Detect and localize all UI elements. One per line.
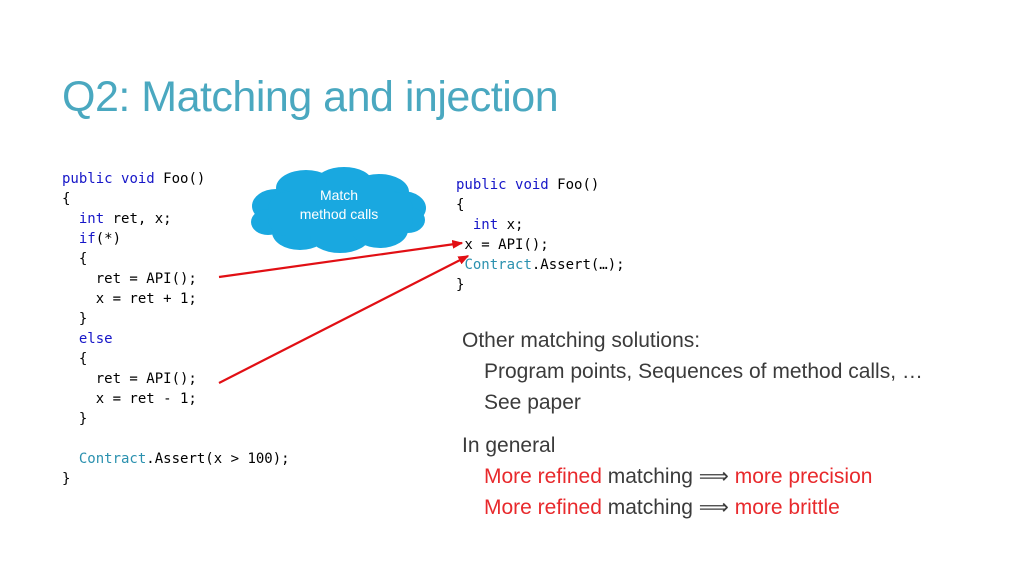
code-line [62, 429, 290, 449]
other-solutions-item-1: See paper [484, 391, 581, 414]
in-general-row-0-lead: More refined [484, 465, 602, 488]
code-token: Foo() [548, 177, 600, 193]
code-token: { [62, 251, 88, 267]
code-token: int [78, 211, 105, 227]
code-token: void [515, 177, 549, 193]
in-general-row-1-tail: more brittle [728, 496, 840, 519]
other-solutions-heading: Other matching solutions: [462, 329, 701, 352]
code-line: } [62, 409, 290, 429]
code-token: ret = API(); [62, 271, 197, 287]
code-line: } [62, 309, 290, 329]
other-solutions-item-0: Program points, Sequences of method call… [484, 360, 923, 383]
code-token: ret = API(); [62, 371, 197, 387]
in-general-row-1-mid: matching [601, 496, 699, 519]
code-token: { [62, 191, 71, 207]
code-token: (*) [95, 231, 122, 247]
code-token: { [62, 351, 88, 367]
code-token: } [62, 471, 71, 487]
code-token: Foo() [154, 171, 206, 187]
code-line: Contract.Assert(…); [456, 255, 625, 275]
code-token: ret, x; [104, 211, 172, 227]
in-general-row-0-tail: more precision [728, 465, 873, 488]
in-general-row-1: More refined matching ⟹ more brittle [462, 492, 872, 523]
code-line: else [62, 329, 290, 349]
code-token: if [78, 231, 96, 247]
code-token: x; [498, 217, 524, 233]
code-token: } [62, 311, 88, 327]
in-general-heading: In general [462, 434, 556, 457]
code-token: x = ret - 1; [62, 391, 197, 407]
code-line: public void Foo() [456, 175, 625, 195]
code-line: x = ret - 1; [62, 389, 290, 409]
code-line: ret = API(); [62, 369, 290, 389]
code-line: Contract.Assert(x > 100); [62, 449, 290, 469]
code-line: } [456, 275, 625, 295]
implies-arrow-icon: ⟹ [698, 496, 729, 519]
code-token: Contract [464, 257, 532, 273]
code-token: } [456, 277, 465, 293]
code-token: public [62, 171, 113, 187]
code-token: else [78, 331, 113, 347]
code-line: x = ret + 1; [62, 289, 290, 309]
other-matching-solutions-block: Other matching solutions: Program points… [462, 325, 923, 418]
code-token: Contract [78, 451, 147, 467]
in-general-row-0: More refined matching ⟹ more precision [462, 461, 872, 492]
code-token: void [121, 171, 155, 187]
code-line: ret = API(); [62, 269, 290, 289]
code-line: { [456, 195, 625, 215]
page-title: Q2: Matching and injection [62, 73, 559, 121]
code-token: x = API(); [456, 237, 549, 253]
code-token: { [456, 197, 465, 213]
code-line: int x; [456, 215, 625, 235]
code-token: } [62, 411, 88, 427]
in-general-row-1-lead: More refined [484, 496, 602, 519]
code-line: } [62, 469, 290, 489]
code-line: { [62, 349, 290, 369]
implies-arrow-icon: ⟹ [698, 465, 729, 488]
code-token: .Assert(…); [531, 257, 625, 273]
code-line: x = API(); [456, 235, 625, 255]
code-token: x = ret + 1; [62, 291, 197, 307]
in-general-block: In general More refined matching ⟹ more … [462, 430, 872, 523]
code-token: int [472, 217, 499, 233]
code-token: public [456, 177, 507, 193]
instrumented-method-code: public void Foo() { int x; x = API(); Con… [456, 175, 625, 295]
match-method-calls-callout: Match method calls [248, 166, 430, 254]
cloud-shape-icon [251, 167, 426, 253]
code-token: .Assert(x > 100); [146, 451, 290, 467]
in-general-row-0-mid: matching [601, 465, 699, 488]
